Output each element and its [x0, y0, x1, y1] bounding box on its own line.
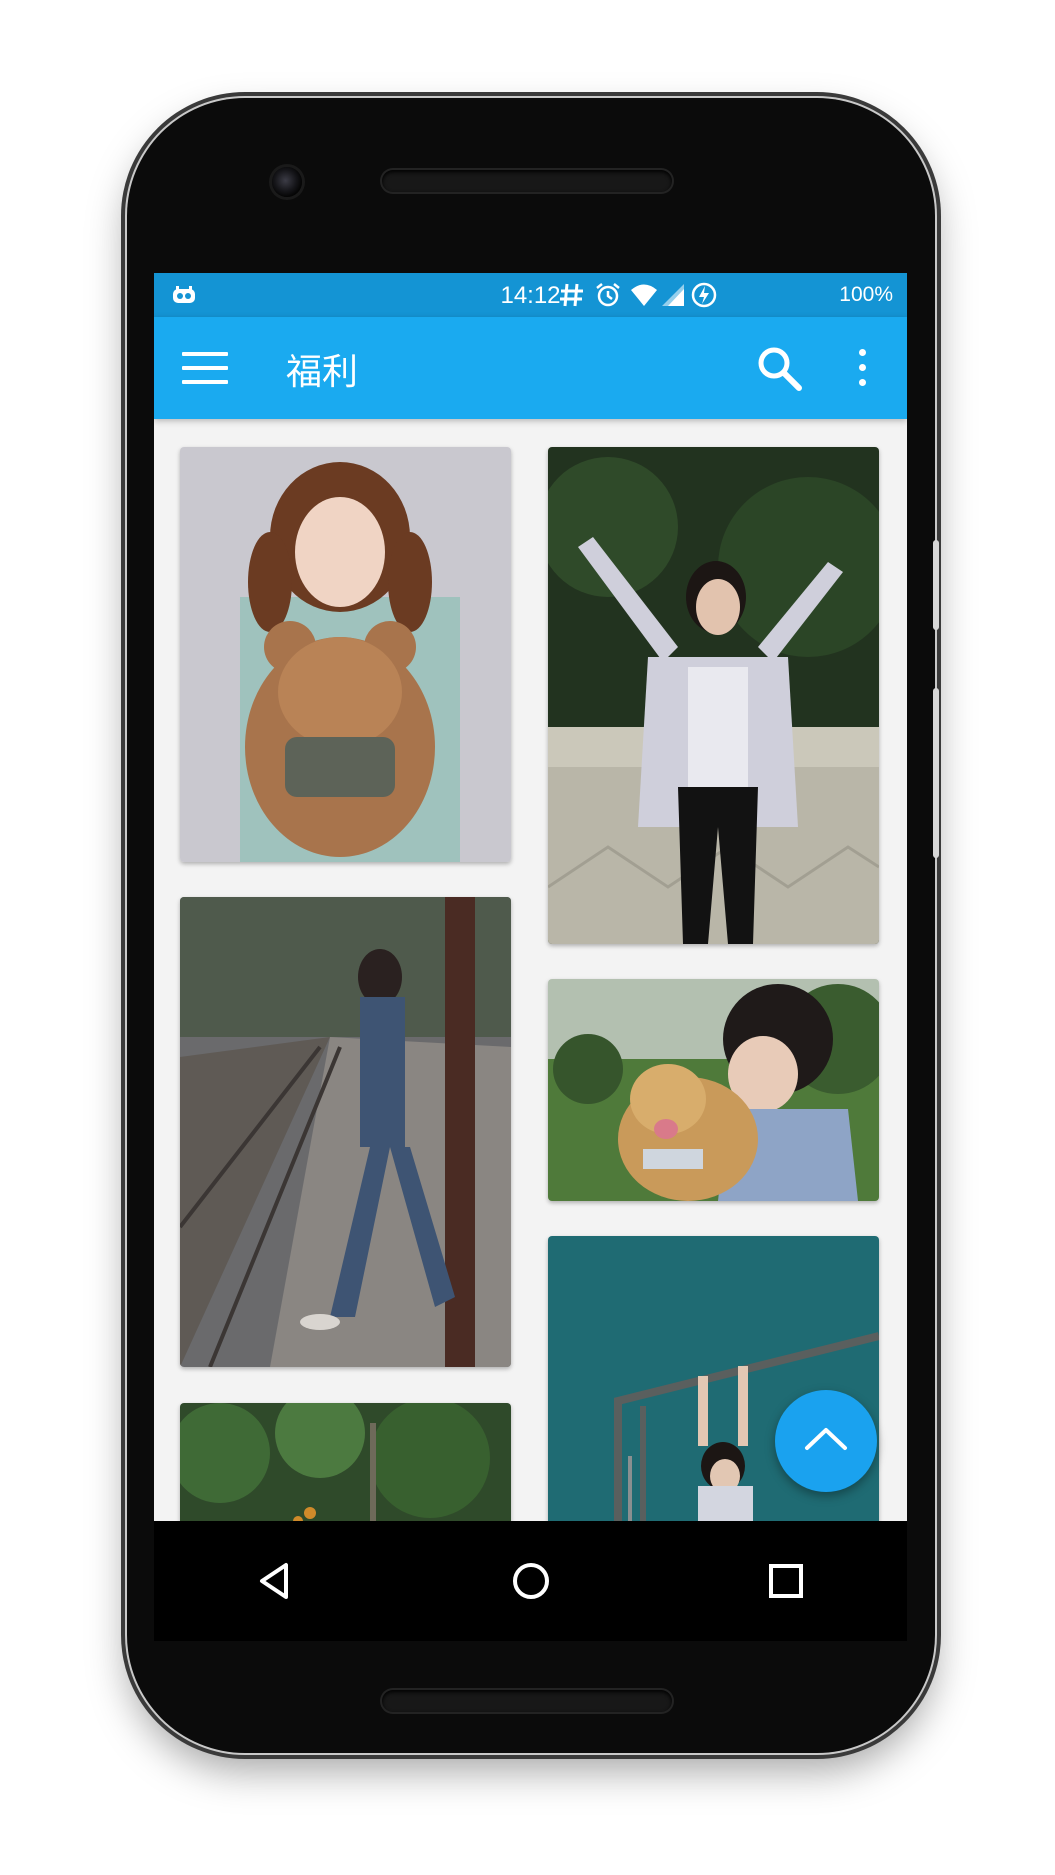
girl-with-teddy-bear-photo — [180, 447, 511, 862]
app-bar: 福利 — [154, 317, 907, 419]
battery-percentage: 100% — [839, 283, 893, 306]
recents-square-icon[interactable] — [756, 1551, 816, 1611]
wifi-icon — [631, 284, 657, 306]
girl-raising-arms-photo — [548, 447, 879, 944]
chevron-up-icon — [805, 1428, 847, 1450]
navigation-bar — [154, 1521, 907, 1641]
photo-card-girl-with-teddy-bear[interactable] — [180, 447, 511, 862]
photo-card-green-trees[interactable] — [180, 1403, 511, 1521]
power-button — [933, 540, 939, 630]
search-icon[interactable] — [754, 343, 804, 393]
photo-card-girl-at-train-platform[interactable] — [180, 897, 511, 1367]
photo-grid — [154, 419, 907, 1521]
hamburger-menu-icon[interactable] — [182, 349, 228, 387]
back-triangle-icon[interactable] — [246, 1551, 306, 1611]
volume-rocker — [933, 688, 939, 858]
status-time: 14:12 — [500, 282, 561, 309]
photo-card-girl-raising-arms[interactable] — [548, 447, 879, 944]
scroll-to-top-fab[interactable] — [775, 1390, 877, 1492]
battery-charging-icon — [691, 282, 717, 308]
screen: 14:12 100% 福利 — [154, 273, 907, 1521]
hash-icon — [560, 283, 583, 307]
front-camera — [272, 167, 302, 197]
girl-at-train-platform-photo — [180, 897, 511, 1367]
alarm-icon — [596, 283, 620, 307]
page-title: 福利 — [286, 352, 359, 393]
bottom-speaker — [382, 1690, 672, 1712]
more-vertical-icon[interactable] — [850, 347, 874, 389]
signal-icon — [662, 284, 684, 306]
top-speaker — [382, 170, 672, 192]
girl-kissing-dog-photo — [548, 979, 879, 1201]
home-circle-icon[interactable] — [501, 1551, 561, 1611]
status-bar: 14:12 100% — [154, 273, 907, 317]
green-trees-photo — [180, 1403, 511, 1521]
photo-card-girl-kissing-dog[interactable] — [548, 979, 879, 1201]
